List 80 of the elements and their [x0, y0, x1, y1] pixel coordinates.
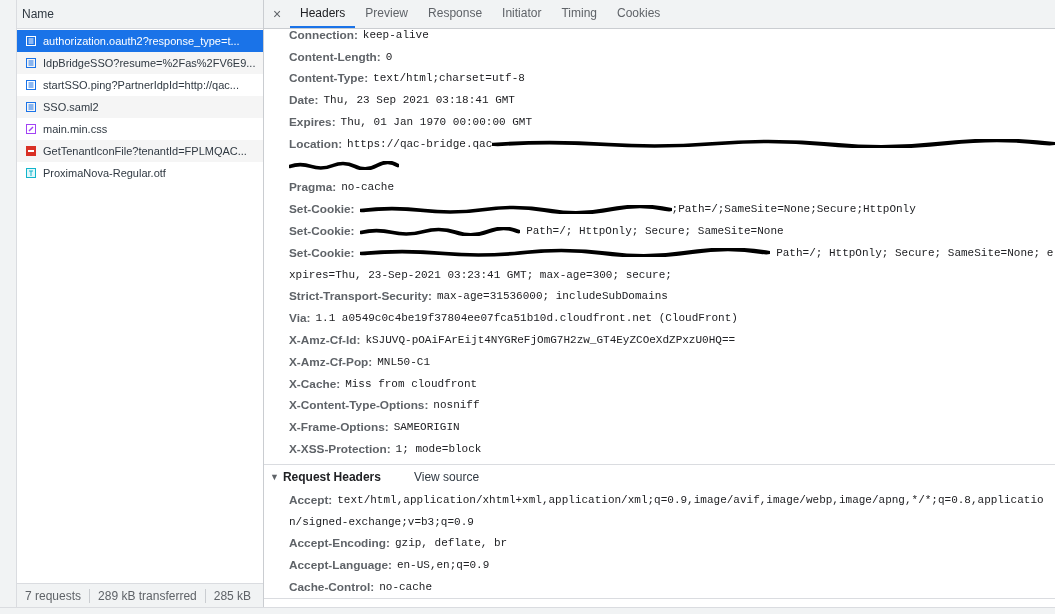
header-name: Location: [289, 136, 343, 151]
header-name: Set-Cookie: [289, 224, 355, 239]
tab[interactable]: Headers [290, 0, 356, 28]
header-value: nosniff [433, 399, 480, 412]
request-name: main.min.css [43, 123, 108, 135]
header-value: max-age=31536000; includeSubDomains [436, 290, 668, 303]
header-name: Date: [289, 93, 319, 108]
request-row[interactable]: authorization.oauth2?response_type=t... [17, 30, 263, 52]
tab[interactable]: Response [418, 0, 493, 28]
image-icon [25, 145, 37, 157]
header-name: Set-Cookie: [289, 202, 355, 217]
header-value: Miss from cloudfront [345, 377, 478, 390]
header-value: Path=/; HttpOnly; Secure; SameSite=None [525, 225, 784, 238]
header-name: Accept-Encoding: [289, 536, 390, 551]
header-value: text/html,application/xhtml+xml,application/xml;q=0.9,image/avif,image/webp,image/apng,*/*;q=0.8,applicatio [337, 493, 1044, 506]
header-value: en-US,en;q=0.9 [396, 559, 490, 572]
header-value: Path=/; HttpOnly; Secure; SameSite=None; e [775, 246, 1054, 259]
header-name: X-Content-Type-Options: [289, 398, 429, 413]
header-name: X-Amz-Cf-Pop: [289, 354, 373, 369]
request-name: GetTenantIconFile?tenantId=FPLMQAC... [43, 145, 247, 157]
header-name: Accept-Language: [289, 558, 392, 573]
status-text: 285 kB [212, 588, 253, 603]
document-icon [25, 101, 37, 113]
tab[interactable]: Timing [551, 0, 607, 28]
section-toggle[interactable]: ▼ Request Headers [264, 469, 381, 484]
column-header[interactable]: Name [17, 0, 263, 29]
document-icon [25, 57, 37, 69]
header-name: Expires: [289, 115, 336, 130]
header-name: Via: [289, 311, 311, 326]
header-value: kSJUVQ-pOAiFArEijt4NYGReFjOmG7H2zw_GT4EyZCOeXdZPxzU0HQ== [365, 334, 736, 347]
header-name: Cache-Control: [289, 580, 375, 594]
request-row[interactable]: main.min.css [17, 118, 263, 140]
header-name: X-Cache: [289, 376, 341, 391]
header-name: Content-Type: [289, 71, 369, 86]
request-row[interactable]: GetTenantIconFile?tenantId=FPLMQAC... [17, 140, 263, 162]
document-icon [25, 35, 37, 47]
request-row[interactable]: ProximaNova-Regular.otf [17, 162, 263, 184]
header-value: https://qac-bridge.qac [347, 137, 493, 150]
header-name: Strict-Transport-Security: [289, 289, 432, 304]
request-name: startSSO.ping?PartnerIdpId=http://qac... [43, 79, 239, 91]
header-name: X-XSS-Protection: [289, 442, 391, 457]
header-value: 0 [385, 50, 393, 63]
header-value: gzip, deflate, br [394, 537, 508, 550]
font-icon [25, 167, 37, 179]
document-icon [25, 79, 37, 91]
header-value: Thu, 01 Jan 1970 00:00:00 GMT [340, 116, 532, 129]
header-value: no-cache [379, 581, 432, 593]
header-name: Pragma: [289, 180, 337, 195]
tab[interactable]: Cookies [607, 0, 671, 28]
status-text: 7 requests [17, 588, 91, 603]
request-name: ProximaNova-Regular.otf [43, 167, 166, 179]
header-value: no-cache [341, 181, 395, 194]
header-value: MNL50-C1 [377, 355, 431, 368]
view-source-link[interactable]: View source [413, 469, 480, 484]
header-value: SAMEORIGIN [393, 421, 460, 434]
header-name: Content-Length: [289, 49, 381, 64]
request-name: authorization.oauth2?response_type=t... [43, 35, 240, 47]
close-button[interactable]: × [264, 0, 290, 28]
header-value: xpires=Thu, 23-Sep-2021 03:23:41 GMT; max-age=300; secure; [289, 268, 672, 281]
header-name: X-Frame-Options: [289, 420, 389, 435]
header-value: n/signed-exchange;v=b3;q=0.9 [289, 515, 474, 528]
stylesheet-icon [25, 123, 37, 135]
header-name: Set-Cookie: [289, 245, 355, 260]
tab[interactable]: Preview [355, 0, 419, 28]
request-row[interactable]: SSO.saml2 [17, 96, 263, 118]
request-name: SSO.saml2 [43, 101, 99, 113]
header-name: Accept: [289, 492, 333, 507]
header-value: Thu, 23 Sep 2021 03:18:41 GMT [323, 94, 515, 107]
header-value: 1; mode=block [395, 443, 482, 456]
header-value: text/html;charset=utf-8 [373, 72, 525, 85]
header-value: 1.1 a0549c0c4be19f37804ee07fca51b10d.cloudfront.net (CloudFront) [315, 312, 738, 325]
request-row[interactable]: IdpBridgeSSO?resume=%2Fas%2FV6E9... [17, 52, 263, 74]
request-name: IdpBridgeSSO?resume=%2Fas%2FV6E9... [43, 57, 256, 69]
header-name: X-Amz-Cf-Id: [289, 333, 361, 348]
header-value: keep-alive [362, 29, 429, 41]
request-row[interactable]: startSSO.ping?PartnerIdpId=http://qac... [17, 74, 263, 96]
header-name: Connection: [289, 29, 358, 42]
tab[interactable]: Initiator [492, 0, 552, 28]
status-text: 289 kB transferred [90, 588, 206, 603]
header-value: ;Path=/;SameSite=None;Secure;HttpOnly [671, 203, 916, 216]
